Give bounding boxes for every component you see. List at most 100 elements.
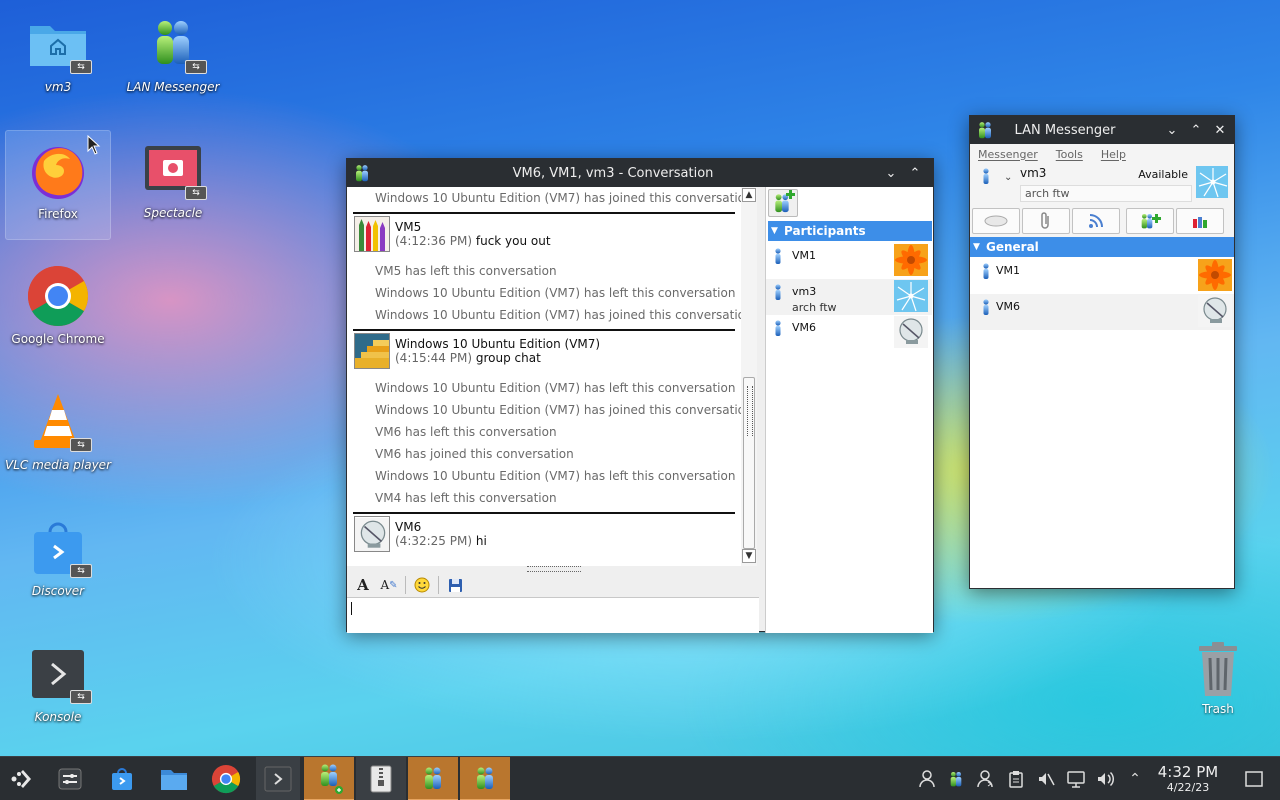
desktop-icon-vm3[interactable]: ⇆ vm3 bbox=[5, 4, 111, 114]
status-pin-icon bbox=[775, 284, 781, 300]
lan-messenger-conversation-task[interactable] bbox=[408, 757, 458, 800]
message-input[interactable] bbox=[347, 597, 759, 633]
desktop-icon-label: Google Chrome bbox=[11, 332, 105, 346]
konsole-icon: ⇆ bbox=[26, 642, 92, 706]
avatar[interactable] bbox=[1196, 166, 1228, 198]
desktop-icon-label: LAN Messenger bbox=[126, 80, 220, 94]
maximize-button[interactable]: ⌃ bbox=[1184, 116, 1208, 144]
chat-message: Windows 10 Ubuntu Edition (VM7) (4:15:44… bbox=[353, 329, 735, 369]
participant-item[interactable]: VM1 bbox=[766, 243, 932, 279]
participant-name: vm3 bbox=[792, 285, 817, 298]
desktop-icon-vlc[interactable]: ⇆ VLC media player bbox=[5, 382, 111, 492]
desktop-icon-discover[interactable]: ⇆ Discover bbox=[5, 508, 111, 618]
home-folder-icon: ⇆ bbox=[26, 12, 92, 76]
window-title: VM6, VM1, vm3 - Conversation bbox=[512, 165, 714, 181]
chrome-icon bbox=[211, 764, 241, 794]
font-color-button[interactable]: A ✎ bbox=[379, 575, 399, 595]
group-chat-button[interactable] bbox=[1176, 208, 1224, 234]
clipboard-icon[interactable] bbox=[1003, 757, 1029, 800]
show-hidden-icons-chevron-icon[interactable]: ⌃ bbox=[1122, 757, 1148, 800]
minimize-button[interactable]: ⌄ bbox=[879, 159, 903, 187]
network-icon[interactable] bbox=[1063, 757, 1089, 800]
contact-item[interactable]: VM6 bbox=[970, 294, 1234, 330]
lan-messenger-icon bbox=[425, 767, 441, 789]
desktop-icon-lan-messenger[interactable]: ⇆ LAN Messenger bbox=[120, 4, 226, 114]
menu-help[interactable]: Help bbox=[1101, 148, 1126, 161]
discover-task[interactable] bbox=[100, 757, 144, 800]
scroll-up-button[interactable]: ▲ bbox=[742, 188, 756, 202]
messenger-titlebar[interactable]: LAN Messenger ⌄ ⌃ ✕ bbox=[970, 116, 1234, 144]
smiley-button[interactable] bbox=[412, 575, 432, 595]
application-launcher-button[interactable] bbox=[0, 757, 44, 800]
participant-status: arch ftw bbox=[792, 301, 837, 314]
lan-messenger-task[interactable] bbox=[304, 757, 354, 800]
file-transfer-button[interactable] bbox=[1022, 208, 1070, 234]
chat-message: VM5 (4:12:36 PM) fuck you out bbox=[353, 212, 735, 252]
participant-item[interactable]: VM6 bbox=[766, 315, 932, 351]
message-text: hi bbox=[475, 534, 487, 548]
folder-icon bbox=[161, 770, 187, 790]
volume-icon[interactable] bbox=[1093, 757, 1119, 800]
scrollbar-thumb[interactable] bbox=[743, 377, 755, 549]
system-settings-task[interactable] bbox=[48, 757, 92, 800]
konsole-task[interactable] bbox=[256, 757, 300, 800]
status-dropdown[interactable]: ⌄ bbox=[1004, 172, 1012, 183]
add-participant-button[interactable] bbox=[768, 189, 798, 217]
add-contact-icon bbox=[775, 190, 795, 213]
show-desktop-button[interactable] bbox=[1241, 757, 1267, 800]
system-message: VM4 has left this conversation bbox=[375, 491, 557, 505]
group-icon bbox=[1193, 217, 1207, 228]
system-message: Windows 10 Ubuntu Edition (VM7) has left… bbox=[375, 381, 736, 395]
digital-clock[interactable]: 4:32 PM 4/22/23 bbox=[1150, 763, 1226, 794]
desktop-icon-spectacle[interactable]: ⇆ Spectacle bbox=[120, 130, 226, 240]
user-icon[interactable] bbox=[914, 757, 940, 800]
chat-button[interactable] bbox=[972, 208, 1020, 234]
group-header[interactable]: General bbox=[970, 237, 1234, 257]
font-button[interactable]: A bbox=[353, 575, 373, 595]
chat-scrollbar[interactable]: ▲ ▼ bbox=[741, 187, 757, 566]
maximize-button[interactable]: ⌃ bbox=[903, 159, 927, 187]
menu-tools[interactable]: Tools bbox=[1056, 148, 1083, 161]
chat-log[interactable]: Windows 10 Ubuntu Edition (VM7) has join… bbox=[347, 187, 741, 566]
participants-pane: Participants VM1 vm3 arch ftw VM6 bbox=[765, 187, 933, 633]
format-toolbar: A A ✎ bbox=[347, 573, 759, 597]
status-note-input[interactable]: arch ftw bbox=[1020, 185, 1192, 202]
system-message: Windows 10 Ubuntu Edition (VM7) has join… bbox=[375, 191, 741, 205]
minimize-button[interactable]: ⌄ bbox=[1160, 116, 1184, 144]
contact-item[interactable]: VM1 bbox=[970, 258, 1234, 294]
scroll-down-button[interactable]: ▼ bbox=[742, 549, 756, 563]
conversation-window[interactable]: VM6, VM1, vm3 - Conversation ⌄ ⌃ Windows… bbox=[346, 158, 934, 633]
desktop-icon-trash[interactable]: Trash bbox=[1185, 640, 1251, 730]
broadcast-button[interactable] bbox=[1072, 208, 1120, 234]
user-name[interactable]: vm3 bbox=[1020, 166, 1046, 180]
file-manager-task[interactable] bbox=[152, 757, 196, 800]
desktop-icon-konsole[interactable]: ⇆ Konsole bbox=[5, 634, 111, 744]
muted-microphone-icon[interactable] bbox=[1033, 757, 1059, 800]
archive-icon bbox=[370, 765, 392, 793]
archive-task[interactable] bbox=[356, 757, 406, 800]
message-time: (4:12:36 PM) bbox=[395, 234, 473, 248]
avatar bbox=[894, 280, 928, 312]
lan-messenger-window[interactable]: LAN Messenger ⌄ ⌃ ✕ Messenger Tools Help… bbox=[969, 115, 1235, 589]
menu-messenger[interactable]: Messenger bbox=[978, 148, 1038, 161]
konsole-icon bbox=[264, 766, 292, 792]
save-button[interactable] bbox=[445, 575, 465, 595]
participant-item[interactable]: vm3 arch ftw bbox=[766, 279, 932, 315]
system-message: Windows 10 Ubuntu Edition (VM7) has left… bbox=[375, 469, 736, 483]
close-button[interactable]: ✕ bbox=[1208, 116, 1232, 144]
participants-header[interactable]: Participants bbox=[768, 221, 932, 241]
user-switch-icon[interactable] bbox=[972, 757, 998, 800]
conversation-titlebar[interactable]: VM6, VM1, vm3 - Conversation ⌄ ⌃ bbox=[347, 159, 933, 187]
system-message: VM5 has left this conversation bbox=[375, 264, 557, 278]
chrome-task[interactable] bbox=[204, 757, 248, 800]
add-contact-button[interactable] bbox=[1126, 208, 1174, 234]
lan-messenger-task-2[interactable] bbox=[460, 757, 510, 800]
desktop-icon-label: vm3 bbox=[44, 80, 72, 94]
lan-messenger-icon bbox=[356, 165, 368, 182]
contact-list[interactable]: General VM1 VM6 bbox=[970, 237, 1234, 588]
lan-messenger-tray-icon[interactable] bbox=[943, 757, 969, 800]
user-status[interactable]: Available bbox=[1138, 168, 1188, 181]
desktop-icon-google-chrome[interactable]: Google Chrome bbox=[5, 256, 111, 366]
chat-message: VM6 (4:32:25 PM) hi bbox=[353, 512, 735, 552]
splitter-handle[interactable] bbox=[527, 566, 581, 572]
